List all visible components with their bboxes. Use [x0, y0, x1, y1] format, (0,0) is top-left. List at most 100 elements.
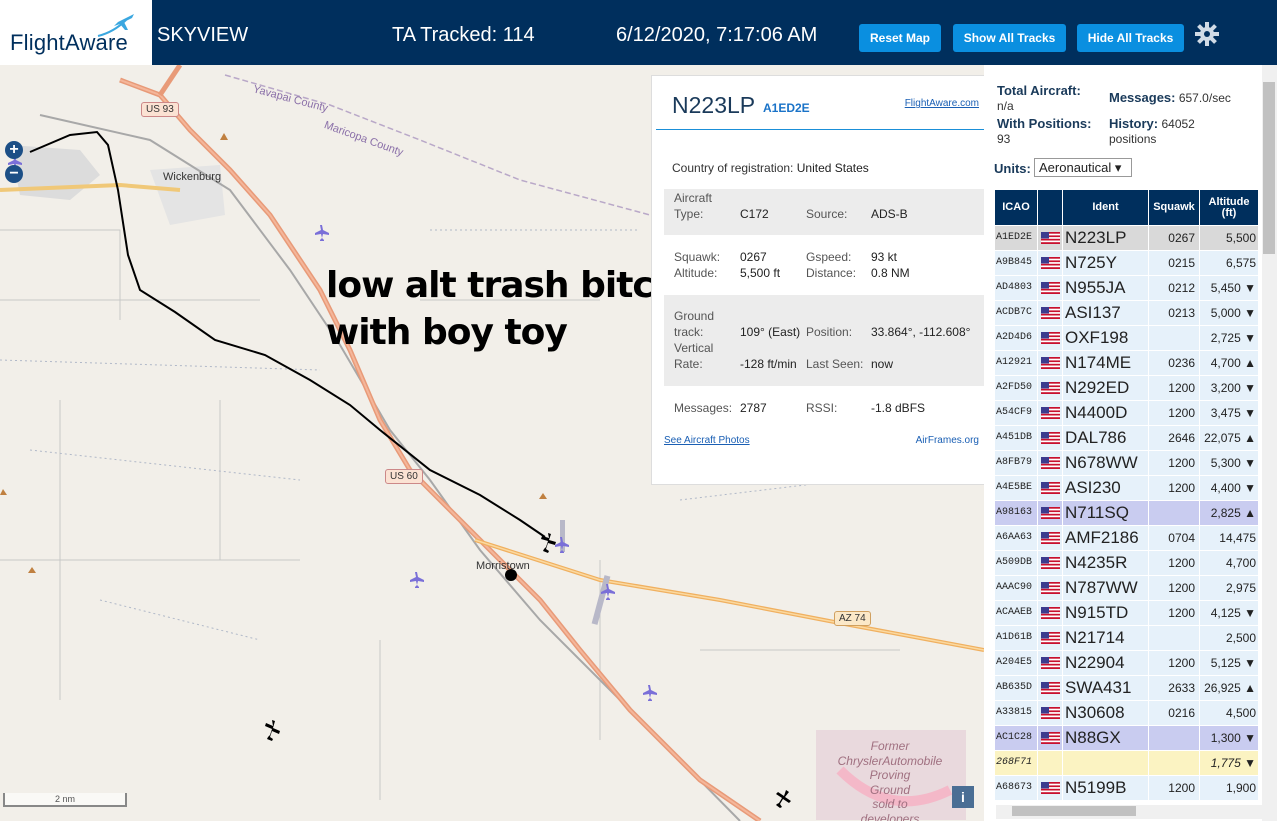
- detail-divider: [656, 129, 986, 130]
- col-squawk[interactable]: Squawk: [1149, 190, 1200, 225]
- flightaware-link[interactable]: FlightAware.com: [905, 98, 979, 109]
- map-info-button[interactable]: i: [952, 786, 974, 808]
- squawk-cell: 1200: [1149, 476, 1200, 500]
- icao-cell: AAAC90: [995, 576, 1038, 600]
- flag-cell: [1038, 501, 1063, 525]
- us-flag-icon: [1041, 357, 1060, 369]
- altitude-cell: 5,450 ▼: [1200, 276, 1259, 300]
- table-row[interactable]: AAAC90 N787WW 1200 2,975: [995, 576, 1259, 600]
- vertical-scroll-thumb[interactable]: [1263, 82, 1275, 254]
- altitude-cell: 14,475: [1200, 526, 1259, 550]
- flag-cell: [1038, 751, 1063, 775]
- table-row[interactable]: ACAAEB N915TD 1200 4,125 ▼: [995, 601, 1259, 625]
- us93-shield: US 93: [141, 102, 179, 117]
- us-flag-icon: [1041, 432, 1060, 444]
- table-row[interactable]: A54CF9 N4400D 1200 3,475 ▼: [995, 401, 1259, 425]
- flightaware-logo[interactable]: FlightAware: [0, 0, 152, 65]
- altitude-cell: 3,200 ▼: [1200, 376, 1259, 400]
- gear-icon[interactable]: [1195, 22, 1219, 46]
- us-flag-icon: [1041, 232, 1060, 244]
- total-aircraft-stat: Total Aircraft: n/a: [997, 83, 1081, 113]
- table-row[interactable]: A509DB N4235R 1200 4,700: [995, 551, 1259, 575]
- squawk-cell: 1200: [1149, 376, 1200, 400]
- flag-cell: [1038, 776, 1063, 800]
- table-row[interactable]: ACDB7C ASI137 0213 5,000 ▼: [995, 301, 1259, 325]
- icao-cell: A1ED2E: [995, 226, 1038, 250]
- map-scale: 2 nm: [3, 793, 127, 807]
- icao-cell: A9B845: [995, 251, 1038, 275]
- ident-cell: N678WW: [1063, 451, 1149, 475]
- show-all-tracks-button[interactable]: Show All Tracks: [953, 24, 1066, 52]
- ident-cell: SWA431: [1063, 676, 1149, 700]
- ident-cell: N725Y: [1063, 251, 1149, 275]
- icao-cell: A6AA63: [995, 526, 1038, 550]
- flag-cell: [1038, 301, 1063, 325]
- airframes-link[interactable]: AirFrames.org: [916, 435, 979, 446]
- us-flag-icon: [1041, 582, 1060, 594]
- table-row[interactable]: A2FD50 N292ED 1200 3,200 ▼: [995, 376, 1259, 400]
- units-label: Units:: [994, 161, 1031, 176]
- icao-cell: AD4803: [995, 276, 1038, 300]
- ident-cell: N30608: [1063, 701, 1149, 725]
- squawk-cell: 1200: [1149, 776, 1200, 800]
- zoom-out-button[interactable]: −: [5, 165, 23, 183]
- flag-cell: [1038, 651, 1063, 675]
- table-row[interactable]: A12921 N174ME 0236 4,700 ▲: [995, 351, 1259, 375]
- flag-cell: [1038, 551, 1063, 575]
- table-row[interactable]: A33815 N30608 0216 4,500: [995, 701, 1259, 725]
- us-flag-icon: [1041, 257, 1060, 269]
- table-row[interactable]: AD4803 N955JA 0212 5,450 ▼: [995, 276, 1259, 300]
- us-flag-icon: [1041, 707, 1060, 719]
- flag-cell: [1038, 576, 1063, 600]
- see-aircraft-photos-link[interactable]: See Aircraft Photos: [664, 435, 750, 446]
- zoom-in-button[interactable]: +: [5, 141, 23, 159]
- us-flag-icon: [1041, 332, 1060, 344]
- table-row[interactable]: A204E5 N22904 1200 5,125 ▼: [995, 651, 1259, 675]
- table-row[interactable]: A2D4D6 OXF198 2,725 ▼: [995, 326, 1259, 350]
- table-row[interactable]: 268F71 1,775 ▼: [995, 751, 1259, 775]
- ident-cell: N787WW: [1063, 576, 1149, 600]
- horizontal-scroll-thumb[interactable]: [1012, 806, 1136, 816]
- us-flag-icon: [1041, 607, 1060, 619]
- us-flag-icon: [1041, 507, 1060, 519]
- squawk-cell: [1149, 501, 1200, 525]
- squawk-cell: 1200: [1149, 451, 1200, 475]
- proving-ground-label: Former ChryslerAutomobile Proving Ground…: [837, 739, 943, 821]
- detail-block-track: Ground track: Vertical Rate: 109° (East) -1…: [664, 295, 984, 386]
- altitude-cell: 4,400 ▼: [1200, 476, 1259, 500]
- hide-all-tracks-button[interactable]: Hide All Tracks: [1077, 24, 1184, 52]
- table-row[interactable]: A9B845 N725Y 0215 6,575: [995, 251, 1259, 275]
- col-altitude[interactable]: Altitude (ft): [1200, 190, 1259, 225]
- table-row[interactable]: A451DB DAL786 2646 22,075 ▲: [995, 426, 1259, 450]
- table-row[interactable]: A1D61B N21714 2,500: [995, 626, 1259, 650]
- highway-az74: [474, 538, 984, 652]
- units-select[interactable]: Aeronautical ▾: [1034, 158, 1132, 177]
- icao-cell: ACDB7C: [995, 301, 1038, 325]
- table-row[interactable]: A98163 N711SQ 2,825 ▲: [995, 501, 1259, 525]
- tracked-count: TA Tracked: 114: [392, 24, 535, 46]
- ident-cell: N292ED: [1063, 376, 1149, 400]
- table-row[interactable]: A8FB79 N678WW 1200 5,300 ▼: [995, 451, 1259, 475]
- flag-cell: [1038, 376, 1063, 400]
- aircraft-detail-panel: N223LP A1ED2E FlightAware.com Country of…: [651, 75, 986, 485]
- table-row[interactable]: AB635D SWA431 2633 26,925 ▲: [995, 676, 1259, 700]
- us-flag-icon: [1041, 632, 1060, 644]
- wickenburg-label: Wickenburg: [163, 171, 222, 183]
- reset-map-button[interactable]: Reset Map: [859, 24, 941, 52]
- table-header: ICAO Ident Squawk Altitude (ft): [995, 190, 1259, 225]
- detail-block-messages: Messages: 2787 RSSI: -1.8 dBFS: [674, 401, 926, 415]
- table-row[interactable]: A4E5BE ASI230 1200 4,400 ▼: [995, 476, 1259, 500]
- us-flag-icon: [1041, 482, 1060, 494]
- table-row[interactable]: AC1C28 N88GX 1,300 ▼: [995, 726, 1259, 750]
- table-row[interactable]: A6AA63 AMF2186 0704 14,475: [995, 526, 1259, 550]
- col-icao[interactable]: ICAO: [995, 190, 1038, 225]
- messages-stat: Messages: 657.0/sec: [1109, 90, 1231, 105]
- altitude-cell: 4,500: [1200, 701, 1259, 725]
- az74-shield: AZ 74: [834, 611, 871, 626]
- town-area: [10, 145, 100, 200]
- squawk-cell: 1200: [1149, 401, 1200, 425]
- table-row[interactable]: A1ED2E N223LP 0267 5,500: [995, 226, 1259, 250]
- col-ident[interactable]: Ident: [1063, 190, 1149, 225]
- col-flag[interactable]: [1038, 190, 1063, 225]
- table-row[interactable]: A68673 N5199B 1200 1,900: [995, 776, 1259, 800]
